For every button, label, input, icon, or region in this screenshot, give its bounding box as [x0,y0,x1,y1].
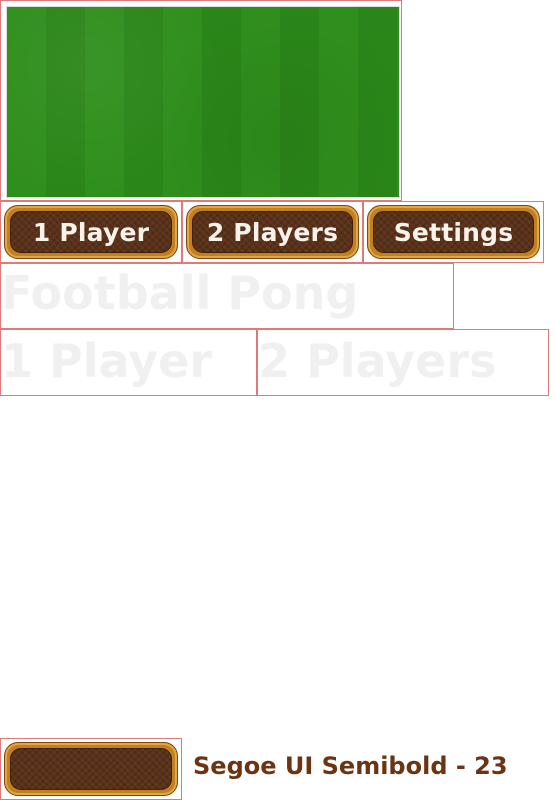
two-players-button-face: 2 Players [192,211,353,253]
two-players-title-text: 2 Players [257,329,549,396]
two-players-button-label: 2 Players [206,217,339,247]
settings-button-cell: Settings [363,201,544,263]
blank-button-cell [0,738,182,800]
two-players-button[interactable]: 2 Players [186,205,359,259]
blank-button-face [10,748,172,790]
two-players-button-cell: 2 Players [182,201,363,263]
font-sample-label: Segoe UI Semibold - 23 [193,752,508,780]
one-player-button-cell: 1 Player [0,201,182,263]
field-sprite-cell [0,0,402,201]
settings-button-label: Settings [393,217,514,247]
settings-button[interactable]: Settings [367,205,540,259]
blank-button[interactable] [4,742,178,796]
one-player-button[interactable]: 1 Player [4,205,178,259]
settings-button-face: Settings [373,211,534,253]
title-text: Football Pong [0,263,454,329]
one-player-title-text: 1 Player [0,329,257,396]
one-player-button-face: 1 Player [10,211,172,253]
grass-field [6,6,400,198]
one-player-button-label: 1 Player [32,217,150,247]
